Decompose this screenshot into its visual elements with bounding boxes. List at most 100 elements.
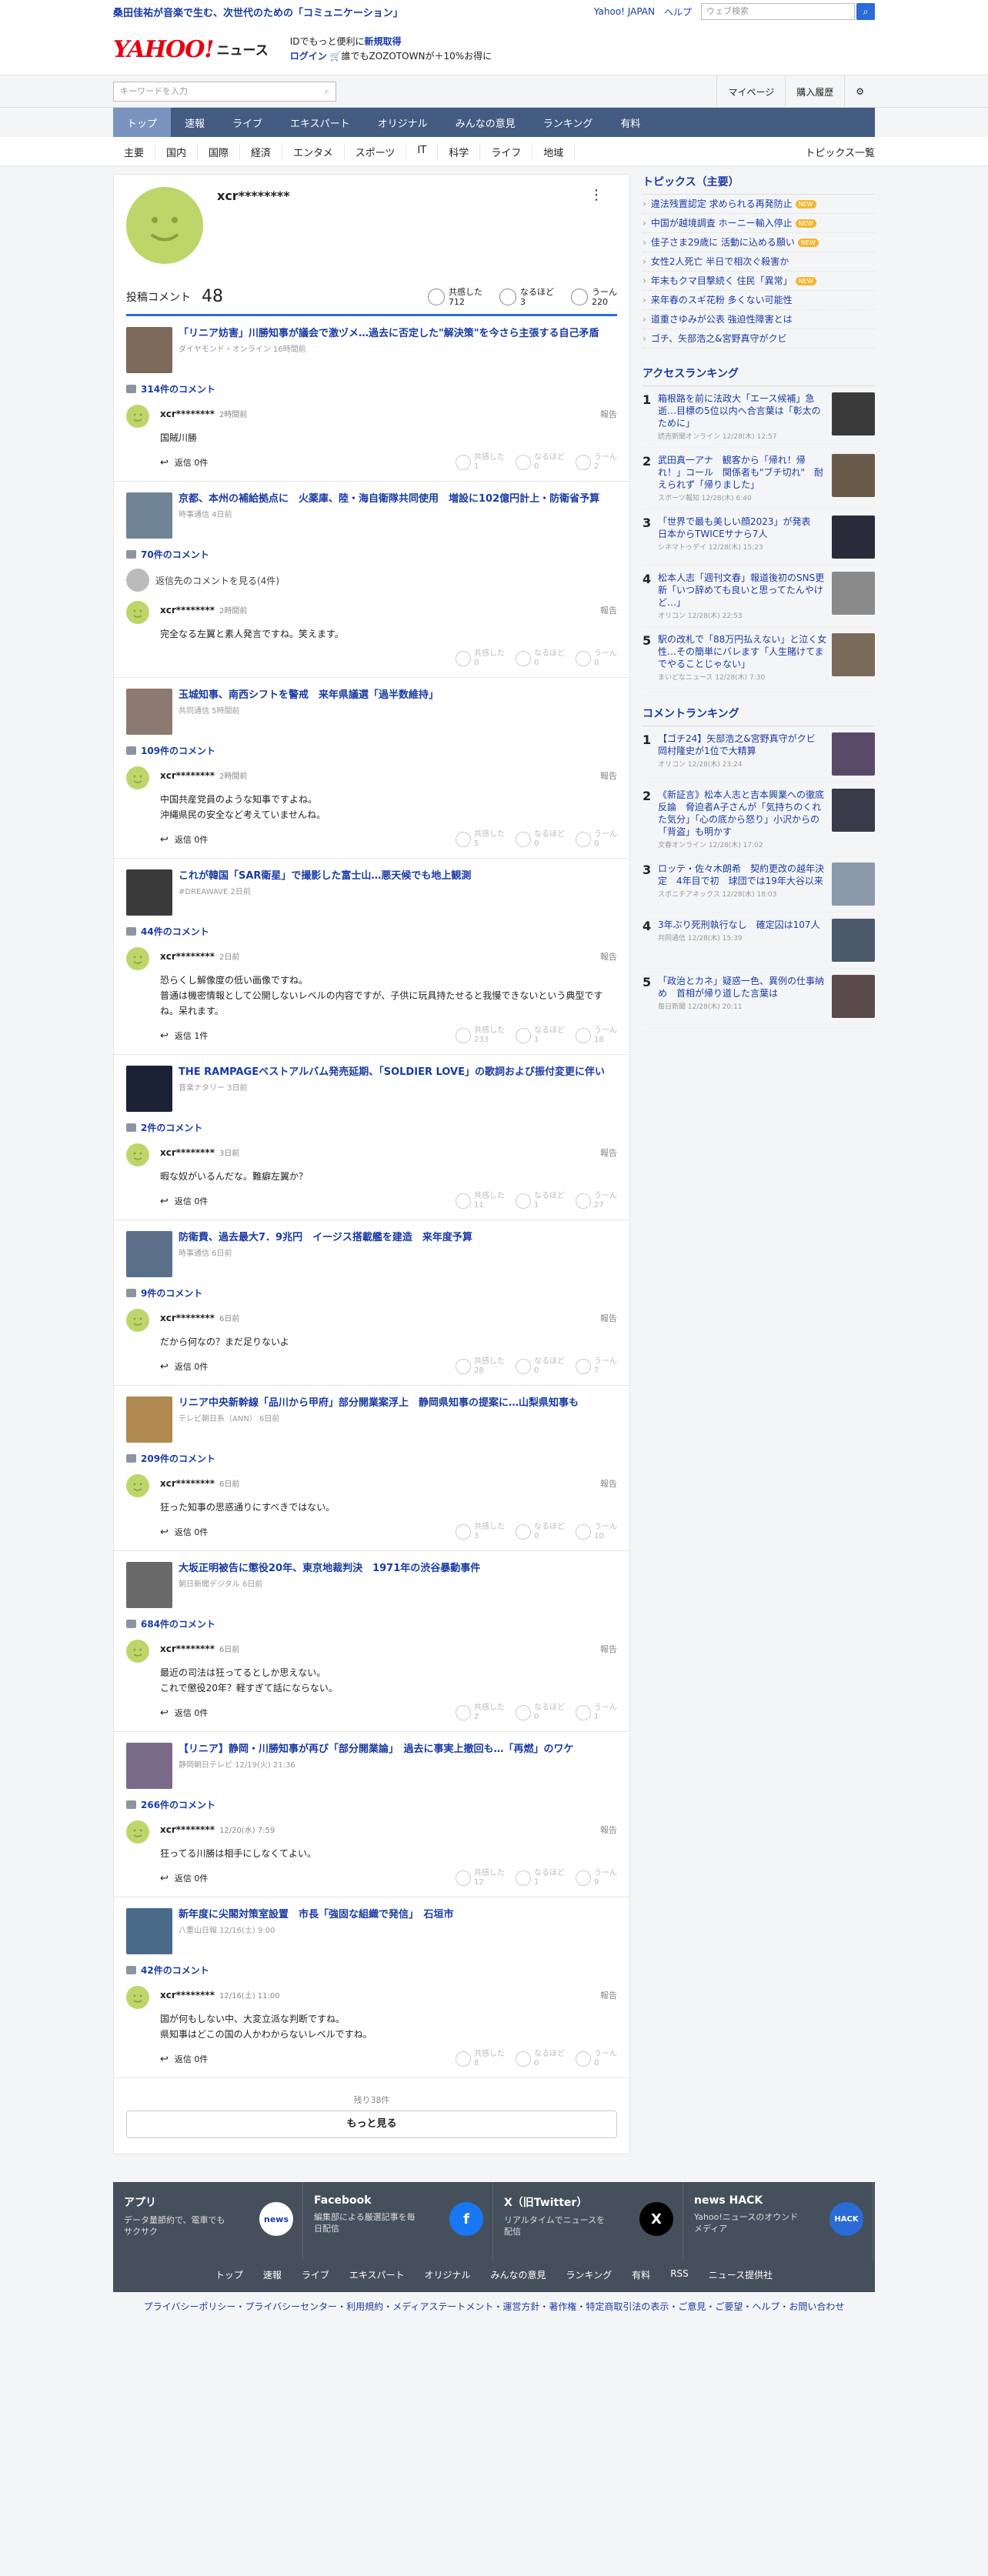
- topic-item[interactable]: 道重さゆみが公表 強迫性障害とは: [643, 310, 875, 329]
- ranking-item[interactable]: 5 駅の改札で「88万円払えない」と泣く女性…その簡単にバレます「人生賭けてまでや…: [643, 627, 875, 689]
- topic-item[interactable]: ゴチ、矢部浩之&宮野真守がクビ: [643, 329, 875, 349]
- all-topics-link[interactable]: トピックス一覧: [805, 145, 875, 159]
- comment-count-link[interactable]: 209件のコメント: [126, 1452, 617, 1465]
- article-title[interactable]: 大坂正明被告に懲役20年、東京地裁判決 1971年の渋谷暴動事件: [179, 1562, 480, 1576]
- comment-count-link[interactable]: 70件のコメント: [126, 548, 617, 561]
- report-link[interactable]: 報告: [600, 950, 617, 963]
- category-tab[interactable]: 地域: [532, 144, 576, 159]
- ranking-item[interactable]: 2 武田真一アナ 観客から「帰れ！帰れ！」コール 関係者も"ブチ切れ" 耐えられず…: [643, 448, 875, 509]
- hmm-button[interactable]: うーん 0: [576, 649, 617, 668]
- article-link[interactable]: 防衛費、過去最大7．9兆円 イージス搭載艦を建造 来年度予算 時事通信 6日前: [126, 1231, 617, 1277]
- ranking-item[interactable]: 1 箱根路を前に法政大「エース候補」急逝…目標の5位以内へ合言葉は「彰太のために」…: [643, 386, 875, 448]
- hmm-button[interactable]: うーん 27: [576, 1192, 617, 1210]
- empathy-button[interactable]: 共感した 5: [456, 830, 505, 849]
- news-icon[interactable]: news: [259, 2202, 293, 2236]
- category-tab[interactable]: エンタメ: [282, 144, 345, 159]
- comment-count-link[interactable]: 109件のコメント: [126, 744, 617, 757]
- gnav-item[interactable]: ライブ: [219, 108, 276, 137]
- article-title[interactable]: 【リニア】静岡・川勝知事が再び「部分開業論」 過去に事実上撤回も…「再燃」のワケ: [179, 1743, 574, 1757]
- comment-username[interactable]: xcr******** 6日前: [160, 1643, 617, 1654]
- footer-app-card[interactable]: Facebook 編集部による厳選記事を毎日配信 f: [303, 2182, 493, 2261]
- replies-link[interactable]: ↩ 返信 0件: [160, 2053, 208, 2065]
- report-link[interactable]: 報告: [600, 1146, 617, 1159]
- footer-nav-link[interactable]: オリジナル: [425, 2268, 471, 2281]
- category-tab[interactable]: 経済: [240, 144, 283, 159]
- yahoo-news-logo[interactable]: YAHOO! ニュース: [113, 36, 269, 63]
- article-link[interactable]: 大坂正明被告に懲役20年、東京地裁判決 1971年の渋谷暴動事件 朝日新聞デジタル…: [126, 1562, 617, 1608]
- footer-nav-link[interactable]: ニュース提供社: [709, 2268, 773, 2281]
- article-link[interactable]: 京都、本州の補給拠点に 火薬庫、陸・海自衛隊共同使用 増設に102億円計上・防衛…: [126, 492, 617, 539]
- topic-item[interactable]: 来年春のスギ花粉 多くない可能性: [643, 291, 875, 310]
- comment-count-link[interactable]: 44件のコメント: [126, 925, 617, 938]
- mypage-link[interactable]: マイページ: [716, 75, 785, 108]
- comment-count-link[interactable]: 314件のコメント: [126, 382, 617, 395]
- category-tab[interactable]: 主要: [113, 144, 156, 159]
- hmm-button[interactable]: うーん 7: [576, 1357, 617, 1376]
- hmm-button[interactable]: うーん 18: [576, 1026, 617, 1045]
- hmm-button[interactable]: うーん 0: [576, 2050, 617, 2068]
- naruhodo-button[interactable]: なるほど 0: [516, 1357, 565, 1376]
- comment-username[interactable]: xcr******** 3日前: [160, 1146, 617, 1158]
- login-link[interactable]: ログイン: [290, 51, 327, 62]
- hmm-button[interactable]: うーん 0: [576, 830, 617, 849]
- article-link[interactable]: これが韓国「SAR衛星」で撮影した富士山…悪天候でも地上観測 #DREAWAVE …: [126, 869, 617, 916]
- replies-link[interactable]: ↩ 返信 0件: [160, 1195, 208, 1207]
- web-search-button[interactable]: ⌕: [856, 3, 875, 20]
- report-link[interactable]: 報告: [600, 1824, 617, 1836]
- topic-item[interactable]: 佳子さま29歳に 活動に込める願いNEW: [643, 233, 875, 252]
- x-icon[interactable]: X: [639, 2202, 673, 2236]
- ranking-item[interactable]: 3 ロッテ・佐々木朗希 契約更改の越年決定 4年目で初 球団では19年大谷以来 スポ…: [643, 856, 875, 913]
- ranking-item[interactable]: 1 【ゴチ24】矢部浩之&宮野真守がクビ 岡村隆史が1位で大精算 オリコン 12/2…: [643, 726, 875, 782]
- gear-icon[interactable]: ⚙: [844, 75, 875, 108]
- gnav-item[interactable]: トップ: [113, 108, 172, 137]
- gnav-item[interactable]: 速報: [171, 108, 219, 137]
- report-link[interactable]: 報告: [600, 769, 617, 782]
- hmm-button[interactable]: うーん 10: [576, 1523, 617, 1541]
- footer-nav-link[interactable]: 速報: [263, 2268, 282, 2281]
- comment-username[interactable]: xcr******** 2時間前: [160, 769, 617, 781]
- footer-nav-link[interactable]: ライブ: [302, 2268, 329, 2281]
- naruhodo-button[interactable]: なるほど 1: [516, 1026, 565, 1045]
- comment-username[interactable]: xcr******** 12/20(水) 7:59: [160, 1824, 617, 1835]
- gnav-item[interactable]: みんなの意見: [442, 108, 529, 137]
- report-link[interactable]: 報告: [600, 604, 617, 616]
- replies-link[interactable]: ↩ 返信 0件: [160, 1360, 208, 1373]
- naruhodo-button[interactable]: なるほど 0: [516, 830, 565, 849]
- hmm-button[interactable]: うーん 2: [576, 453, 617, 472]
- article-title[interactable]: THE RAMPAGEベストアルバム発売延期、「SOLDIER LOVE」の歌詞…: [179, 1066, 605, 1079]
- footer-nav-link[interactable]: ランキング: [566, 2268, 612, 2281]
- footer-nav-link[interactable]: みんなの意見: [491, 2268, 546, 2281]
- footer-nav-link[interactable]: 有料: [632, 2268, 650, 2281]
- comment-count-link[interactable]: 2件のコメント: [126, 1121, 617, 1134]
- replies-link[interactable]: ↩ 返信 0件: [160, 1707, 208, 1719]
- ranking-item[interactable]: 2 《新証言》松本人志と吉本興業への徹底反論 脅迫者A子さんが「気持ちのくれた気分…: [643, 782, 875, 856]
- empathy-button[interactable]: 共感した 8: [456, 2050, 505, 2068]
- gnav-item[interactable]: オリジナル: [364, 108, 442, 137]
- category-tab[interactable]: ライフ: [480, 144, 533, 159]
- replies-link[interactable]: ↩ 返信 0件: [160, 1526, 208, 1538]
- category-tab[interactable]: IT: [406, 144, 439, 159]
- empathy-button[interactable]: 共感した 3: [456, 1523, 505, 1541]
- comment-count-link[interactable]: 9件のコメント: [126, 1286, 617, 1300]
- article-title[interactable]: リニア中央新幹線「品川から甲府」部分開業案浮上 静岡県知事の提案に…山梨県知事も: [179, 1396, 579, 1410]
- article-link[interactable]: 「リニア妨害」川勝知事が議会で激ヅメ…過去に否定した"解決策"を今さら主張する自…: [126, 327, 617, 373]
- report-link[interactable]: 報告: [600, 1989, 617, 2001]
- footer-app-card[interactable]: news HACK Yahoo!ニュースのオウンドメディア HACK: [683, 2182, 873, 2261]
- article-title[interactable]: 「リニア妨害」川勝知事が議会で激ヅメ…過去に否定した"解決策"を今さら主張する自…: [179, 327, 599, 341]
- naruhodo-button[interactable]: なるほど 0: [516, 1523, 565, 1541]
- footer-nav-link[interactable]: RSS: [670, 2268, 689, 2281]
- hmm-button[interactable]: うーん 9: [576, 1869, 617, 1887]
- naruhodo-button[interactable]: なるほど 0: [516, 2050, 565, 2068]
- report-link[interactable]: 報告: [600, 1477, 617, 1490]
- ranking-item[interactable]: 3 「世界で最も美しい顔2023」が発表 日本からTWICEサナら7人 シネマトゥデ…: [643, 509, 875, 566]
- article-title[interactable]: 京都、本州の補給拠点に 火薬庫、陸・海自衛隊共同使用 増設に102億円計上・防衛…: [179, 492, 599, 506]
- comment-count-link[interactable]: 684件のコメント: [126, 1617, 617, 1630]
- category-tab[interactable]: 科学: [438, 144, 481, 159]
- article-title[interactable]: これが韓国「SAR衛星」で撮影した富士山…悪天候でも地上観測: [179, 869, 471, 883]
- comment-username[interactable]: xcr******** 12/16(土) 11:00: [160, 1989, 617, 2000]
- ranking-item[interactable]: 5 「政治とカネ」疑惑一色、異例の仕事納め 首相が帰り道した言葉は 毎日新聞 12/…: [643, 969, 875, 1025]
- article-title[interactable]: 玉城知事、南西シフトを警戒 来年県議選「過半数維持」: [179, 689, 439, 702]
- naruhodo-button[interactable]: なるほど 0: [516, 649, 565, 668]
- topic-item[interactable]: 女性2人死亡 半日で相次ぐ殺害か: [643, 252, 875, 272]
- empathy-button[interactable]: 共感した 11: [456, 1192, 505, 1210]
